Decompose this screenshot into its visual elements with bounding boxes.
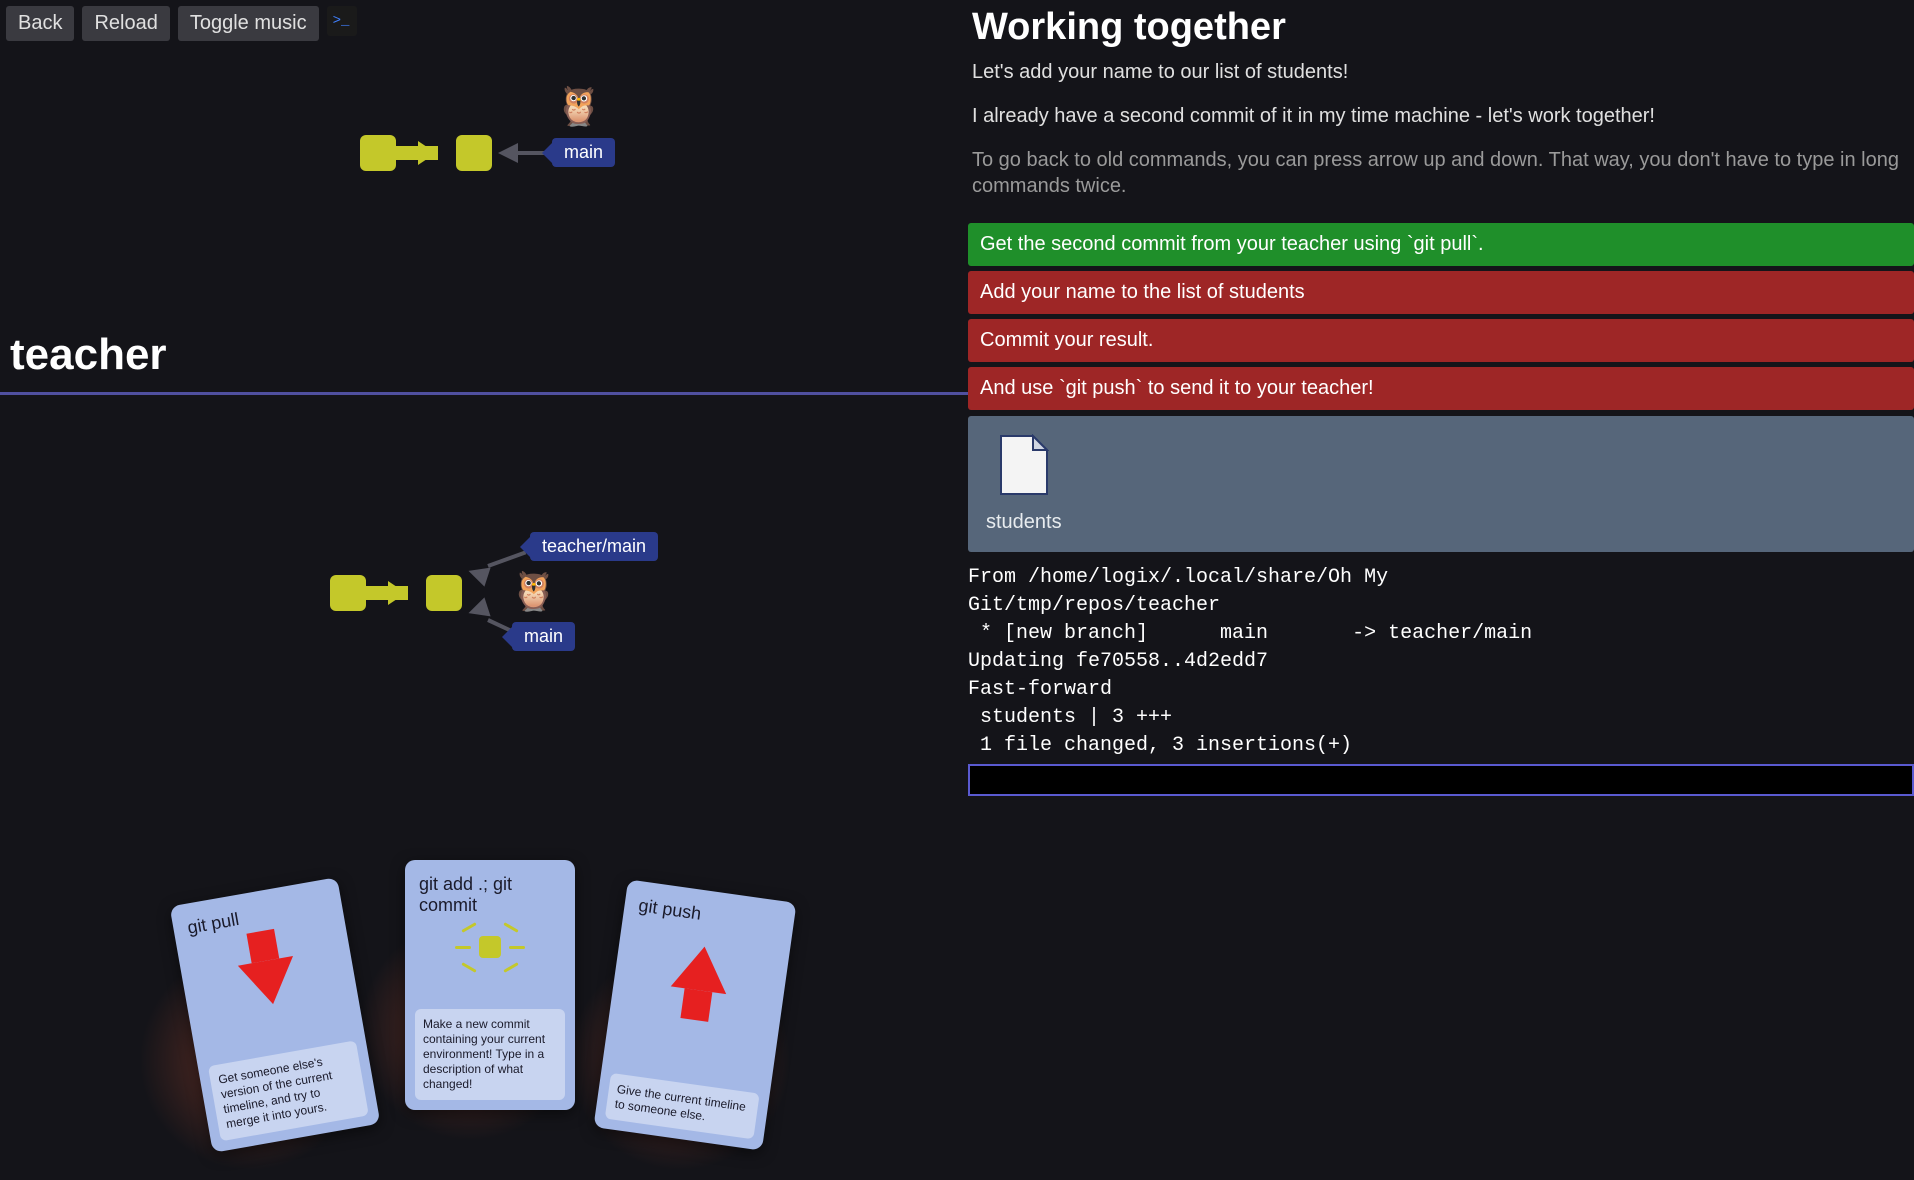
card-description: Make a new commit containing your curren… [415,1009,565,1100]
console-toggle-button[interactable]: >_ [327,6,357,36]
objective-list: Get the second commit from your teacher … [968,223,1914,410]
graph-local: teacher/main 🦉 main [330,500,1030,700]
back-button[interactable]: Back [6,6,74,41]
lesson-paragraph: Let's add your name to our list of stude… [972,59,1910,85]
section-divider [0,392,968,395]
toolbar: Back Reload Toggle music >_ [6,6,357,41]
terminal-output: From /home/logix/.local/share/Oh My Git/… [968,564,1914,754]
lesson-paragraph: I already have a second commit of it in … [972,103,1910,129]
commit-node[interactable] [426,575,462,611]
graph-remote: 🦉 main [360,80,960,230]
file-icon [999,434,1049,496]
owl-icon: 🦉 [555,85,602,129]
card-git-commit[interactable]: git add .; git commit Make a new commit … [405,860,575,1110]
card-description: Get someone else's version of the curren… [208,1040,369,1141]
arrow-down-icon [238,956,301,1009]
lesson-hint: To go back to old commands, you can pres… [972,147,1910,199]
card-git-push[interactable]: git push Give the current timeline to so… [593,879,796,1150]
reload-button[interactable]: Reload [82,6,169,41]
arrow-icon [418,141,436,165]
file-item-students[interactable]: students [986,434,1062,534]
objective-item: Commit your result. [968,319,1914,362]
arrow-up-icon [671,943,733,994]
toggle-music-button[interactable]: Toggle music [178,6,319,41]
card-title: git add .; git commit [419,874,561,916]
objective-item: Add your name to the list of students [968,271,1914,314]
objective-item: Get the second commit from your teacher … [968,223,1914,266]
card-description: Give the current timeline to someone els… [605,1073,760,1139]
branch-tag-main-local[interactable]: main [512,622,575,651]
owl-icon: 🦉 [510,570,557,614]
branch-tag-teacher-main[interactable]: teacher/main [530,532,658,561]
lesson-title: Working together [972,6,1910,49]
objective-item: And use `git push` to send it to your te… [968,367,1914,410]
commit-node[interactable] [330,575,366,611]
ref-arrow-icon [465,597,490,622]
terminal-input[interactable] [968,764,1914,796]
card-title: git push [637,895,781,936]
section-label-teacher: teacher [10,330,167,380]
ref-arrow-icon [498,143,518,163]
file-panel: students [968,416,1914,552]
branch-tag-main[interactable]: main [552,138,615,167]
commit-node[interactable] [456,135,492,171]
card-hand: git pull Get someone else's version of t… [140,840,940,1120]
commit-node[interactable] [360,135,396,171]
file-label: students [986,511,1062,534]
commit-burst-icon [479,936,501,958]
lesson-panel: Working together Let's add your name to … [968,0,1914,1080]
arrow-icon [388,581,406,605]
